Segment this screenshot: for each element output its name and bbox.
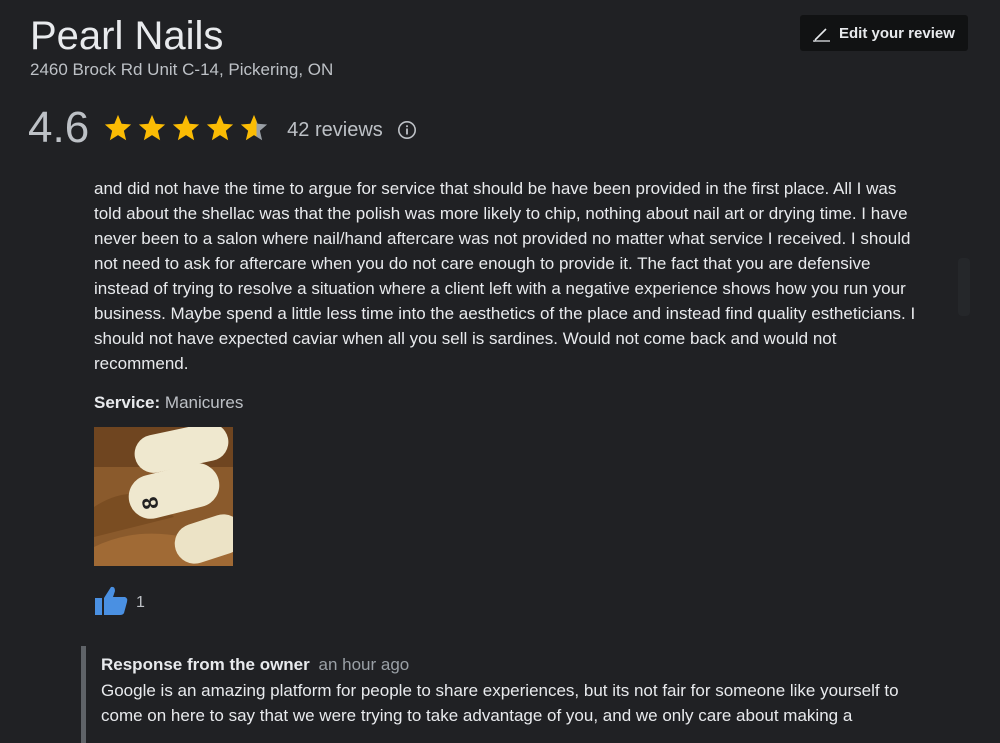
business-address: 2460 Brock Rd Unit C-14, Pickering, ON: [30, 60, 334, 79]
review-page: Pearl Nails 2460 Brock Rd Unit C-14, Pic…: [0, 0, 1000, 743]
star-icon: [173, 114, 200, 141]
service-line: Service: Manicures: [94, 392, 243, 414]
star-icon: [207, 114, 234, 141]
star-fill: [139, 114, 166, 141]
thumbs-up-icon[interactable]: [94, 585, 128, 617]
pencil-icon: [813, 28, 830, 42]
scrollbar[interactable]: [958, 258, 970, 316]
owner-response: Response from the owner an hour ago Goog…: [81, 646, 981, 743]
nail-photo: 8: [94, 427, 233, 566]
service-value: Manicures: [164, 393, 244, 412]
owner-response-header: Response from the owner an hour ago: [101, 654, 981, 676]
half-star-icon: [241, 114, 268, 141]
review-count[interactable]: 42 reviews: [287, 119, 383, 142]
like-count: 1: [136, 594, 145, 611]
star-icon: [139, 114, 166, 141]
edit-review-button[interactable]: Edit your review: [800, 15, 968, 51]
service-label: Service:: [94, 393, 161, 412]
owner-response-time: an hour ago: [318, 655, 410, 674]
star-icon: [105, 114, 132, 141]
edit-review-label: Edit your review: [839, 24, 955, 42]
review-photo[interactable]: 8: [94, 427, 233, 566]
rating-value: 4.6: [28, 103, 90, 152]
review-text: and did not have the time to argue for s…: [94, 179, 916, 373]
like-row: 1: [94, 585, 145, 617]
star-rating: [103, 113, 273, 143]
info-icon[interactable]: [397, 120, 417, 140]
star-fill: [173, 114, 200, 141]
star-fill: [105, 114, 132, 141]
star-fill: [207, 114, 234, 141]
rating-summary: 4.6 42 reviews: [28, 100, 417, 156]
owner-response-title: Response from the owner: [101, 655, 310, 674]
business-name: Pearl Nails: [30, 14, 224, 58]
owner-response-text: Google is an amazing platform for people…: [101, 681, 899, 725]
